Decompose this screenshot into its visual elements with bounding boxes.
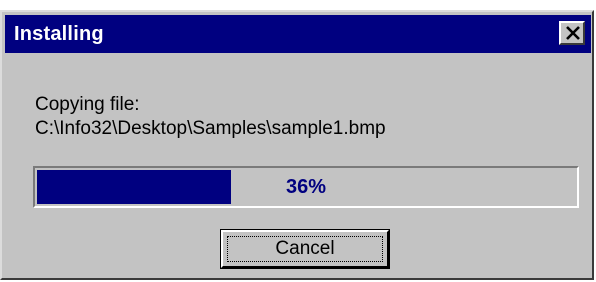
install-dialog: Installing Copying file: C:\Info32\Deskt…: [0, 10, 594, 280]
cancel-button-label: Cancel: [275, 238, 335, 259]
progress-percent: 36%: [285, 176, 327, 198]
copying-label: Copying file:: [35, 94, 140, 115]
window-title: Installing: [14, 23, 104, 45]
file-path: C:\Info32\Desktop\Samples\sample1.bmp: [35, 118, 386, 139]
cancel-button[interactable]: Cancel: [220, 229, 390, 269]
progress-bar: 36%: [33, 166, 579, 208]
title-bar[interactable]: Installing: [5, 15, 591, 53]
close-icon: [566, 26, 580, 40]
close-button[interactable]: [559, 21, 585, 45]
